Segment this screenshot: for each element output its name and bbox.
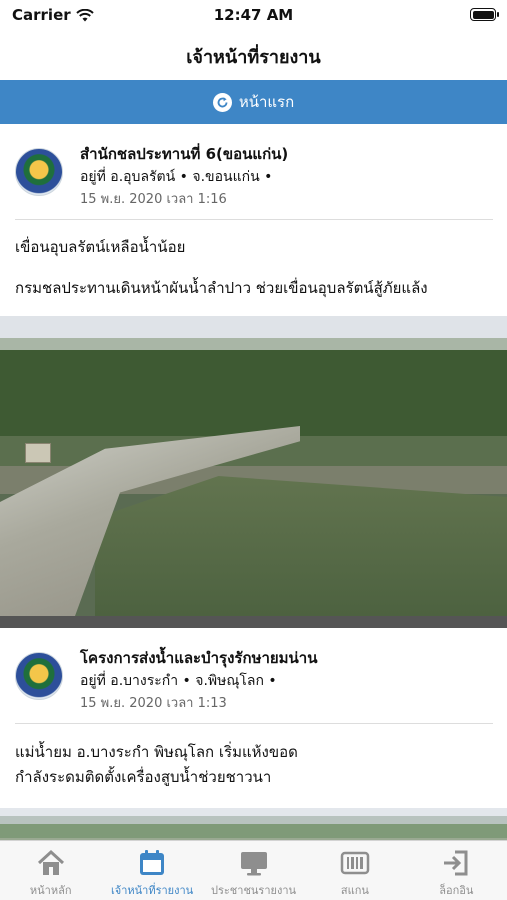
post-time: 15 พ.ย. 2020 เวลา 1:13 [80, 696, 227, 711]
post-body: แม่น้ำยม อ.บางระกำ พิษณุโลก เริ่มแห้งขอด… [0, 724, 507, 790]
post-card[interactable]: สำนักชลประทานที่ 6(ขอนแก่น) อยู่ที่ อ.อุ… [0, 124, 507, 628]
post-headline: แม่น้ำยม อ.บางระกำ พิษณุโลก เริ่มแห้งขอด [15, 743, 298, 761]
tab-home[interactable]: หน้าหลัก [0, 841, 101, 900]
post-photo[interactable] [0, 316, 507, 628]
home-banner-button[interactable]: หน้าแรก [0, 80, 507, 124]
post-text: กำลังระดมติดตั้งเครื่องสูบน้ำช่วยชาวนา [15, 768, 272, 786]
tab-label: ประชาชนรายงาน [211, 884, 297, 897]
avatar [15, 652, 63, 700]
status-bar: Carrier 12:47 AM [0, 0, 507, 30]
tab-scan[interactable]: สแกน [304, 841, 405, 900]
monitor-icon [240, 852, 267, 876]
tab-label: หน้าหลัก [29, 884, 72, 897]
avatar [15, 148, 63, 196]
post-location: อยู่ที่ อ.อุบลรัตน์ • จ.ขอนแก่น • [80, 169, 273, 185]
home-banner-label: หน้าแรก [238, 93, 295, 111]
home-icon [37, 849, 64, 875]
post-author: สำนักชลประทานที่ 6(ขอนแก่น) [80, 145, 289, 163]
divider [15, 723, 493, 724]
tab-staff-report[interactable]: เจ้าหน้าที่รายงาน [101, 841, 202, 900]
page-title: เจ้าหน้าที่รายงาน [186, 47, 321, 68]
post-header: สำนักชลประทานที่ 6(ขอนแก่น) อยู่ที่ อ.อุ… [0, 124, 507, 220]
post-location: อยู่ที่ อ.บางระกำ • จ.พิษณุโลก • [80, 673, 277, 689]
login-icon [444, 850, 468, 876]
calendar-icon [140, 850, 165, 875]
report-feed[interactable]: สำนักชลประทานที่ 6(ขอนแก่น) อยู่ที่ อ.อุ… [0, 124, 507, 840]
post-body: เขื่อนอุบลรัตน์เหลือน้ำน้อย กรมชลประทานเ… [0, 220, 507, 300]
tab-login[interactable]: ล็อกอิน [406, 841, 507, 900]
post-time: 15 พ.ย. 2020 เวลา 1:16 [80, 192, 227, 207]
tab-label: เจ้าหน้าที่รายงาน [111, 884, 194, 897]
tab-public-report[interactable]: ประชาชนรายงาน [203, 841, 304, 900]
tab-label: ล็อกอิน [439, 884, 474, 897]
tab-label: สแกน [340, 884, 369, 897]
barcode-icon [340, 851, 370, 875]
tab-bar: หน้าหลัก เจ้าหน้าที่รายงาน ประชาชนรายงาน… [0, 840, 507, 900]
post-author: โครงการส่งน้ำและบำรุงรักษายมน่าน [80, 649, 318, 667]
divider [15, 219, 493, 220]
post-photo[interactable] [0, 808, 507, 840]
post-headline: เขื่อนอุบลรัตน์เหลือน้ำน้อย [15, 238, 186, 256]
status-time: 12:47 AM [213, 6, 294, 24]
post-text: กรมชลประทานเดินหน้าผันน้ำลำปาว ช่วยเขื่อ… [15, 279, 428, 297]
battery-icon [470, 8, 499, 21]
post-card[interactable]: โครงการส่งน้ำและบำรุงรักษายมน่าน อยู่ที่… [0, 628, 507, 840]
post-header: โครงการส่งน้ำและบำรุงรักษายมน่าน อยู่ที่… [0, 628, 507, 724]
refresh-icon [212, 92, 232, 112]
